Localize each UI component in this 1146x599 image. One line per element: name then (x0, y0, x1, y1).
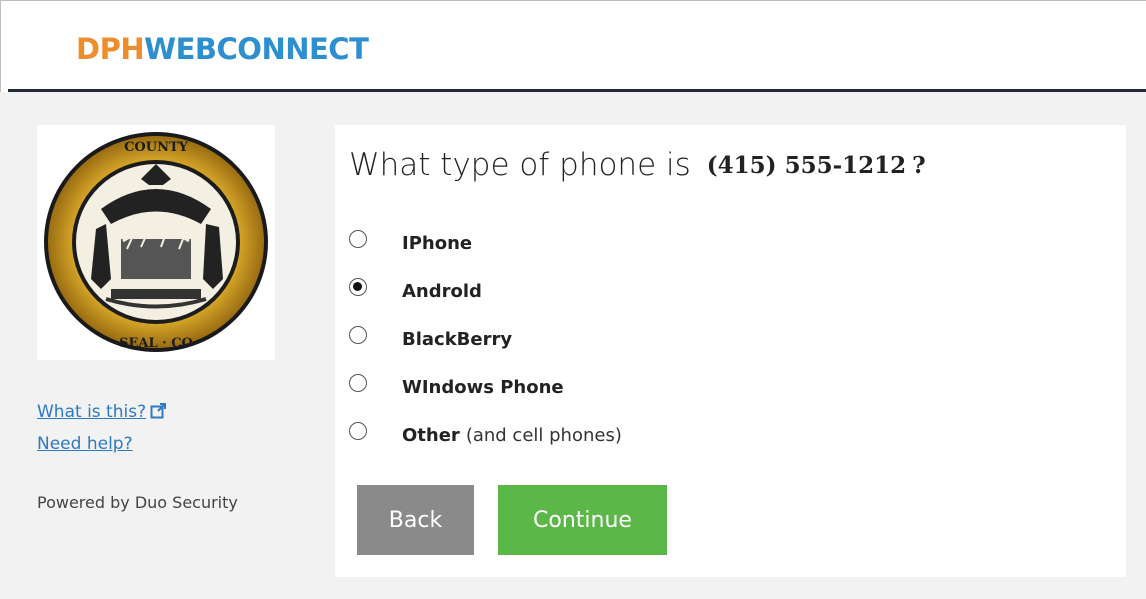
brand-part-dph: DPH (76, 32, 145, 66)
phone-number: (415) 555-1212 (706, 152, 907, 179)
radio-iphone[interactable] (349, 230, 367, 248)
option-other[interactable]: Other (and cell phones) (349, 411, 622, 459)
option-label: BlackBerry (402, 328, 513, 350)
radio-windows-phone[interactable] (349, 374, 367, 392)
option-other-sub: (and cell phones) (465, 424, 622, 446)
back-button[interactable]: Back (357, 485, 474, 555)
radio-other[interactable] (349, 422, 367, 440)
brand-logo: DPHWEBCONNECT (76, 31, 369, 67)
top-header: DPHWEBCONNECT (0, 0, 1146, 92)
sidebar-links: What is this? Need help? (37, 396, 167, 460)
option-label: WIndows Phone (402, 376, 564, 398)
what-is-this-link[interactable]: What is this? (37, 396, 167, 428)
option-label: IPhone (402, 232, 473, 254)
option-blackberry[interactable]: BlackBerry (349, 315, 622, 363)
brand-part-webconnect: WEBCONNECT (144, 32, 369, 66)
page-title: What type of phone is (415) 555-1212? (349, 147, 926, 183)
option-other-label: Other (402, 424, 460, 446)
option-android[interactable]: Androld (349, 267, 622, 315)
question-text: What type of phone is (349, 147, 691, 183)
radio-android[interactable] (349, 278, 367, 296)
question-mark: ? (912, 152, 926, 179)
phone-type-card: What type of phone is (415) 555-1212? IPh… (335, 125, 1126, 577)
option-label: Other (and cell phones) (402, 425, 622, 446)
radio-blackberry[interactable] (349, 326, 367, 344)
header-divider (8, 89, 1146, 92)
powered-by-text: Powered by Duo Security (37, 493, 238, 512)
svg-text:SEAL · CO: SEAL · CO (119, 336, 193, 351)
need-help-link[interactable]: Need help? (37, 428, 167, 460)
option-iphone[interactable]: IPhone (349, 219, 622, 267)
what-is-this-label: What is this? (37, 402, 147, 422)
logo-panel: COUNTY SEAL · CO (37, 125, 275, 360)
svg-text:COUNTY: COUNTY (124, 140, 189, 155)
phone-type-options: IPhone Androld BlackBerry WIndows Phone … (349, 219, 622, 459)
option-windows-phone[interactable]: WIndows Phone (349, 363, 622, 411)
option-label: Androld (402, 280, 482, 302)
city-seal-icon: COUNTY SEAL · CO (44, 132, 268, 352)
external-link-icon (150, 403, 167, 419)
continue-button[interactable]: Continue (498, 485, 667, 555)
